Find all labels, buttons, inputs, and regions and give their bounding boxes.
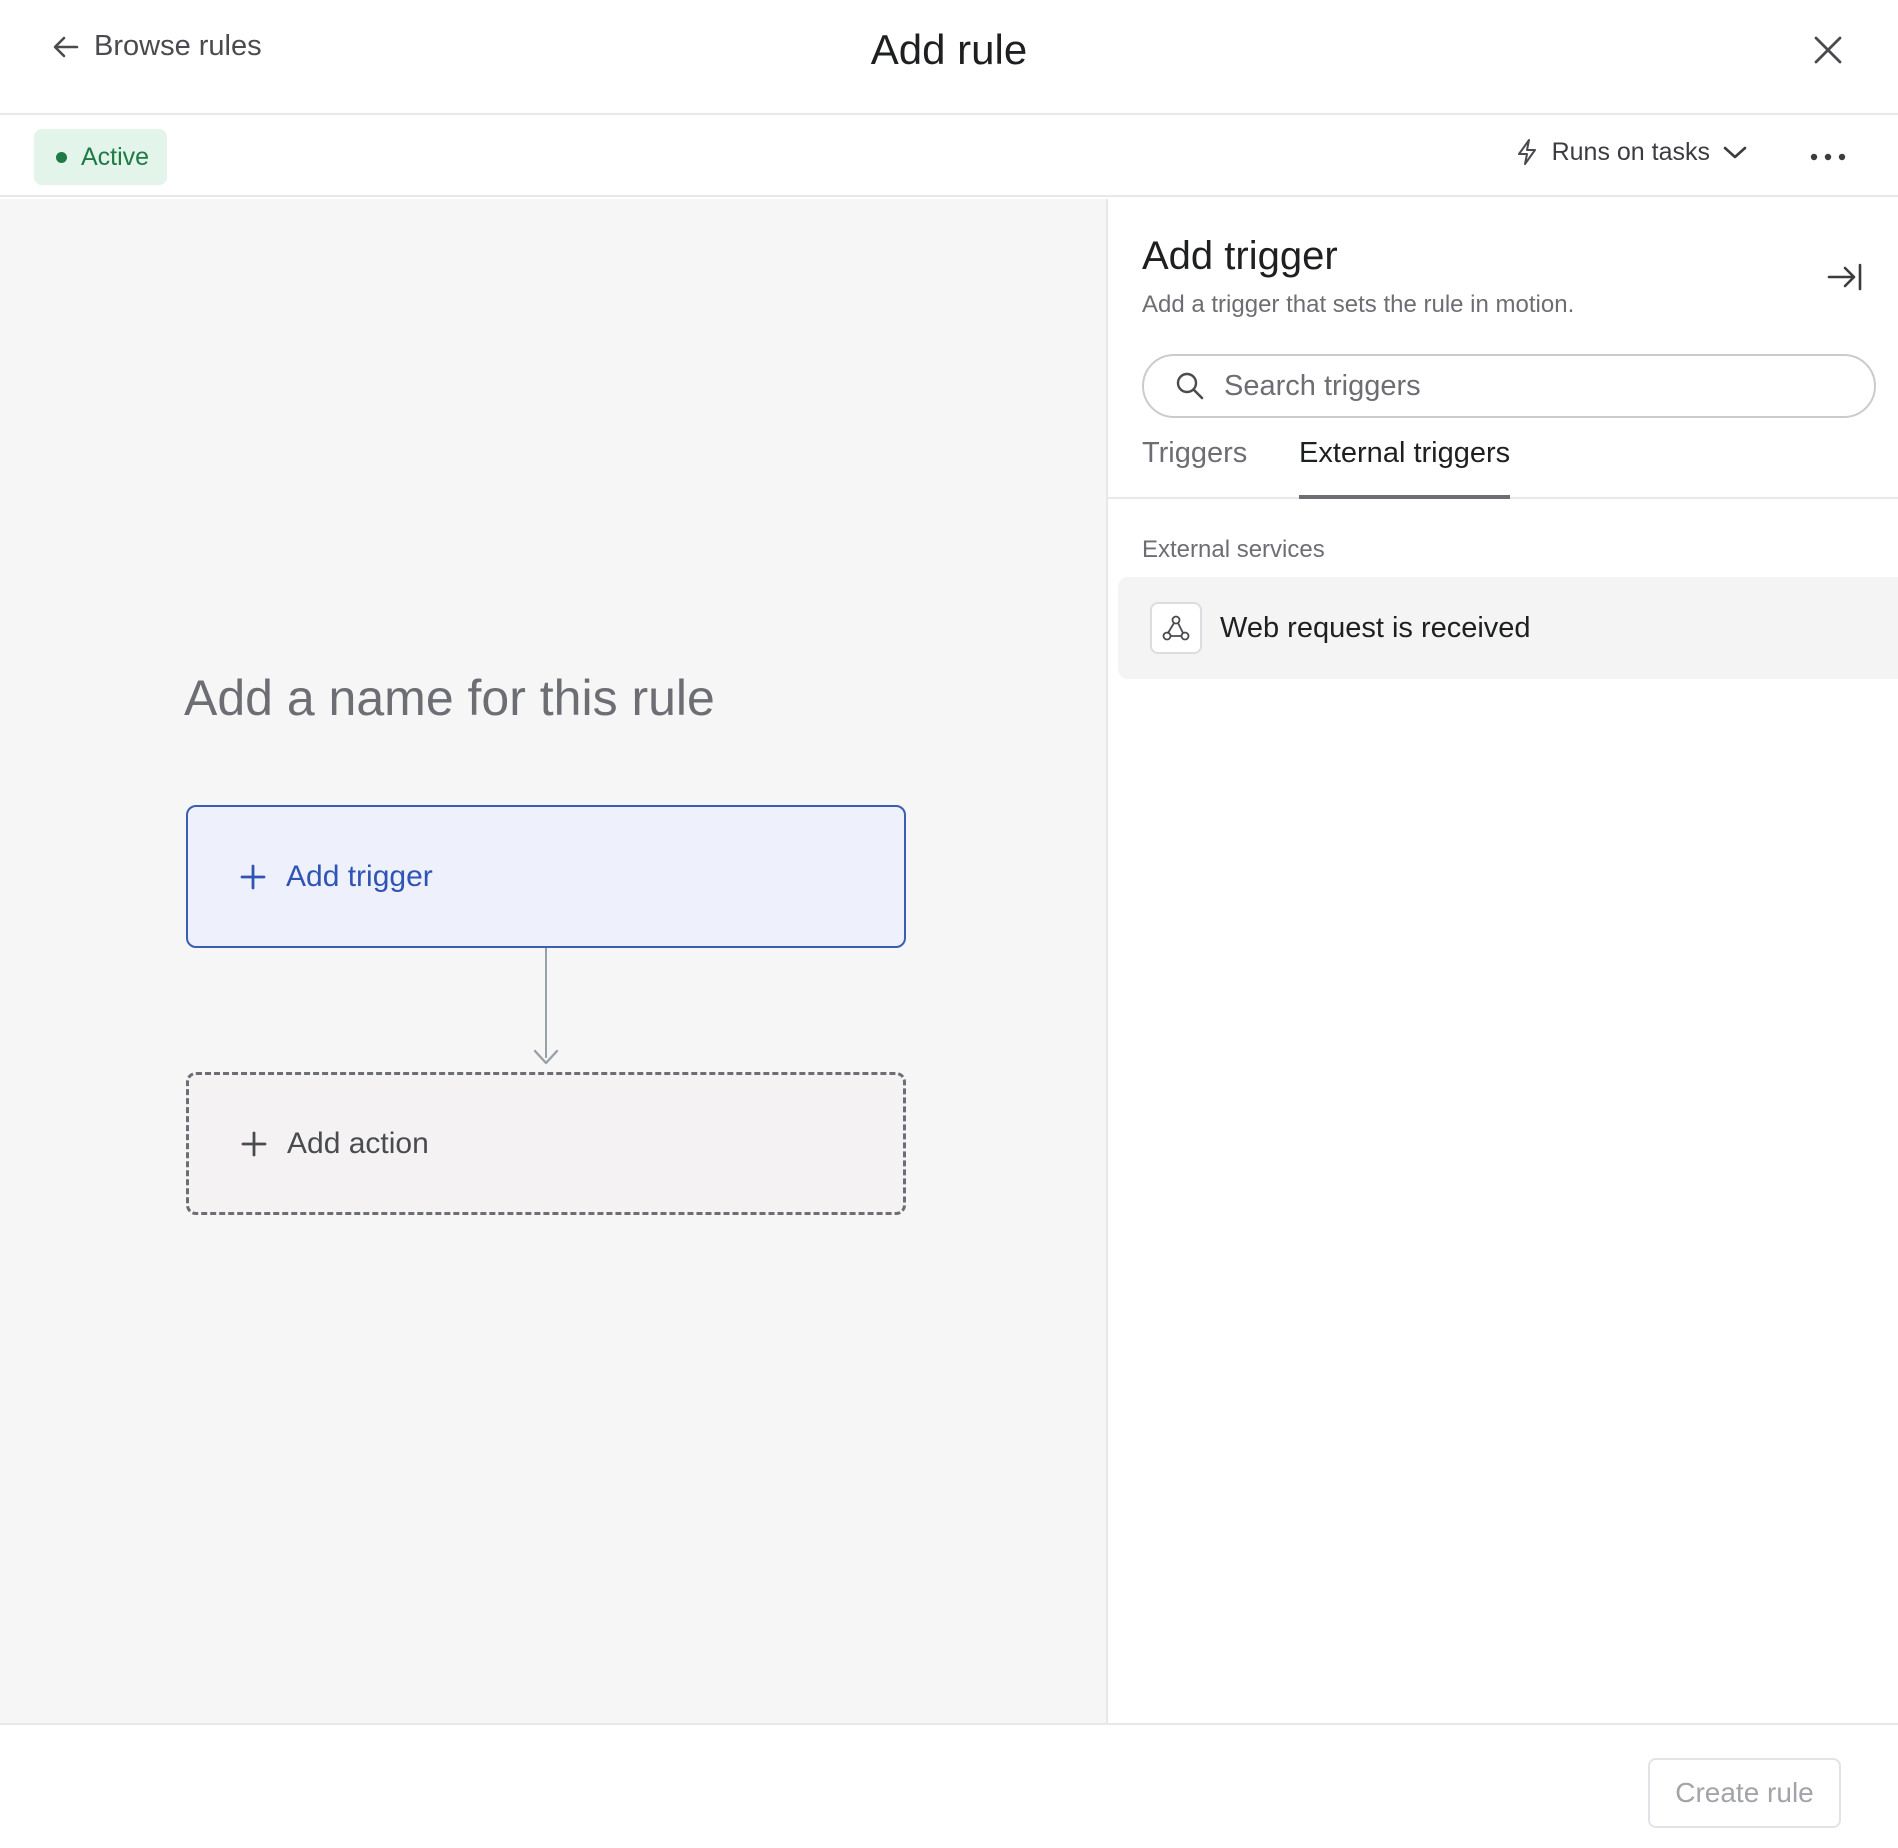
add-action-label: Add action <box>287 1126 429 1160</box>
panel-subtitle: Add a trigger that sets the rule in moti… <box>1142 291 1575 318</box>
status-badge[interactable]: Active <box>34 129 168 185</box>
add-trigger-card[interactable]: Add trigger <box>186 805 906 948</box>
lightning-icon <box>1517 139 1536 165</box>
tab-external-triggers[interactable]: External triggers <box>1299 437 1511 499</box>
search-icon <box>1176 372 1204 400</box>
create-rule-button[interactable]: Create rule <box>1648 1758 1841 1828</box>
trigger-tabs: Triggers External triggers <box>1108 431 1898 499</box>
panel-title: Add trigger <box>1142 234 1338 278</box>
more-options-icon[interactable] <box>1808 139 1848 175</box>
status-dot <box>56 151 67 163</box>
header: Browse rules Add rule <box>0 0 1898 115</box>
plus-icon <box>241 1131 267 1156</box>
section-label: External services <box>1142 536 1325 563</box>
search-input[interactable] <box>1224 369 1864 403</box>
footer: Create rule <box>0 1723 1898 1848</box>
collapse-panel-icon[interactable] <box>1826 259 1864 295</box>
chevron-down-icon <box>1723 146 1747 159</box>
close-icon[interactable] <box>1810 32 1846 68</box>
page-title: Add rule <box>870 26 1028 73</box>
tab-triggers[interactable]: Triggers <box>1142 437 1247 499</box>
add-action-card[interactable]: Add action <box>186 1072 906 1215</box>
trigger-item-label: Web request is received <box>1220 611 1531 644</box>
runs-on-dropdown[interactable]: Runs on tasks <box>1512 137 1750 167</box>
rule-name-input[interactable]: Add a name for this rule <box>184 669 715 727</box>
plus-icon <box>240 864 266 889</box>
arrow-down-icon <box>533 1049 559 1065</box>
webhook-icon <box>1162 615 1190 641</box>
rule-canvas: Add a name for this rule Add trigger Add… <box>0 199 1106 1723</box>
item-icon-box <box>1150 602 1202 654</box>
trigger-item-web-request[interactable]: Web request is received <box>1118 577 1898 679</box>
toolbar: Active Runs on tasks <box>0 117 1898 197</box>
status-label: Active <box>81 142 150 171</box>
add-trigger-label: Add trigger <box>286 859 433 893</box>
search-field[interactable] <box>1142 354 1876 418</box>
runs-on-label: Runs on tasks <box>1551 137 1710 166</box>
add-trigger-panel: Add trigger Add a trigger that sets the … <box>1106 199 1898 1723</box>
